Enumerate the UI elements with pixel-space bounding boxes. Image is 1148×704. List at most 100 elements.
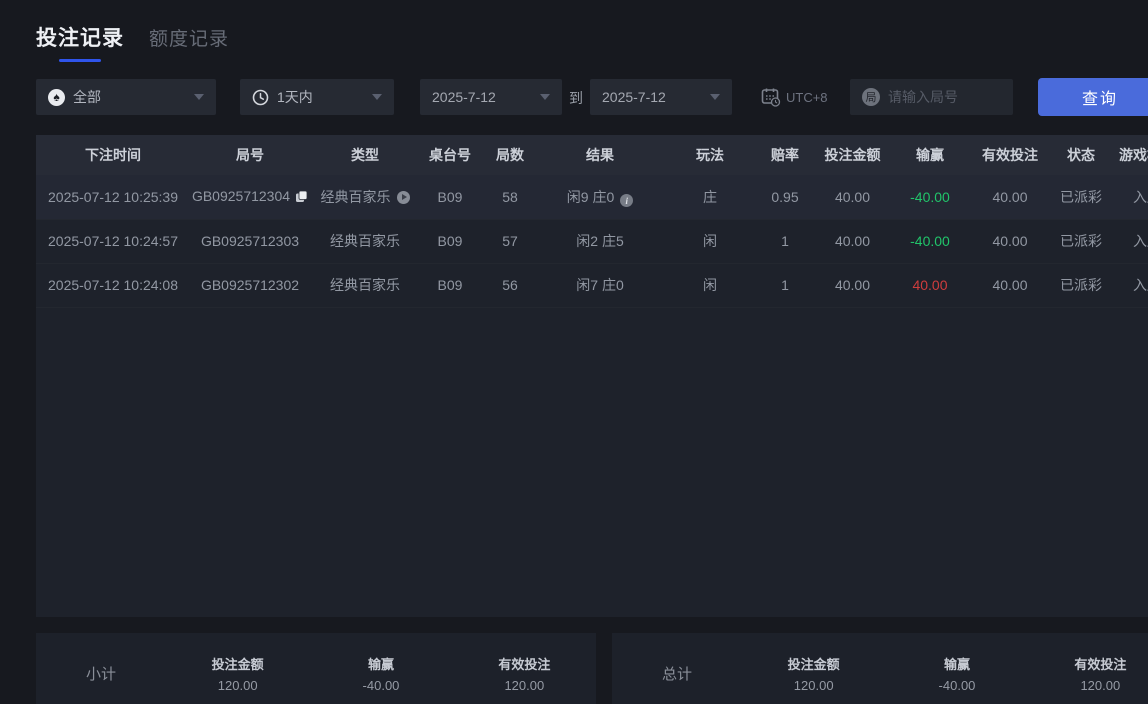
col-bet-amount: 投注金额 xyxy=(810,135,895,175)
spade-icon: ♠ xyxy=(48,89,65,106)
table-header-row: 下注时间 局号 类型 桌台号 局数 结果 玩法 赔率 投注金额 输赢 有效投注 … xyxy=(36,135,1148,175)
col-odds: 赔率 xyxy=(760,135,810,175)
timezone-indicator: UTC+8 xyxy=(760,86,828,108)
col-valid-bet: 有效投注 xyxy=(965,135,1055,175)
col-win-loss: 输赢 xyxy=(895,135,965,175)
game-type-value: 全部 xyxy=(73,87,101,107)
cell-round-no: 57 xyxy=(480,219,540,263)
query-button[interactable]: 查询 xyxy=(1038,78,1148,116)
cell-round-id: GB0925712302 xyxy=(190,263,310,307)
cell-result: 闲2 庄5 xyxy=(540,219,660,263)
round-number-field[interactable]: 局 xyxy=(850,79,1013,115)
cell-round-no: 58 xyxy=(480,175,540,219)
cell-type: 经典百家乐 xyxy=(310,263,420,307)
cell-status: 已派彩 xyxy=(1055,175,1107,219)
cell-result: 闲9 庄0i xyxy=(540,175,660,219)
tab-quota-records[interactable]: 额度记录 xyxy=(149,22,229,51)
subtotal-bet-amount: 投注金额 120.00 xyxy=(166,654,309,693)
records-table-panel: 下注时间 局号 类型 桌台号 局数 结果 玩法 赔率 投注金额 输赢 有效投注 … xyxy=(36,135,1148,617)
tab-bar: 投注记录 额度记录 xyxy=(36,22,229,62)
subtotal-label: 小计 xyxy=(36,663,166,684)
col-bet-time: 下注时间 xyxy=(36,135,190,175)
cell-status: 已派彩 xyxy=(1055,263,1107,307)
total-bet-amount: 投注金额 120.00 xyxy=(742,654,885,693)
records-table: 下注时间 局号 类型 桌台号 局数 结果 玩法 赔率 投注金额 输赢 有效投注 … xyxy=(36,135,1148,308)
clock-icon xyxy=(252,89,269,106)
round-number-input[interactable] xyxy=(888,89,1001,105)
cell-result: 闲7 庄0 xyxy=(540,263,660,307)
col-play: 玩法 xyxy=(660,135,760,175)
chevron-down-icon xyxy=(194,94,204,100)
cell-valid-bet: 40.00 xyxy=(965,219,1055,263)
cell-bet-time: 2025-07-12 10:24:57 xyxy=(36,219,190,263)
cell-bet-amount: 40.00 xyxy=(810,175,895,219)
calendar-clock-icon xyxy=(760,86,782,108)
cell-bet-amount: 40.00 xyxy=(810,263,895,307)
tab-label: 额度记录 xyxy=(149,24,229,51)
cell-game-mode: 入座 xyxy=(1107,219,1148,263)
filter-bar: ♠ 全部 1天内 2025-7-12 到 2025-7-12 xyxy=(0,79,1148,117)
col-game-mode: 游戏模式 xyxy=(1107,135,1148,175)
cell-play: 闲 xyxy=(660,263,760,307)
tab-label: 投注记录 xyxy=(36,22,124,52)
cell-game-mode: 入座 xyxy=(1107,263,1148,307)
time-range-select[interactable]: 1天内 xyxy=(240,79,394,115)
subtotal-panel: 小计 投注金额 120.00 输赢 -40.00 有效投注 120.00 xyxy=(36,633,596,704)
cell-valid-bet: 40.00 xyxy=(965,175,1055,219)
cell-win-loss: -40.00 xyxy=(895,175,965,219)
cell-round-id: GB0925712304 xyxy=(190,175,310,219)
total-valid-bet: 有效投注 120.00 xyxy=(1029,654,1148,693)
chevron-down-icon xyxy=(710,94,720,100)
subtotal-win-loss: 输赢 -40.00 xyxy=(309,654,452,693)
timezone-label: UTC+8 xyxy=(786,90,828,105)
col-round-id: 局号 xyxy=(190,135,310,175)
cell-odds: 0.95 xyxy=(760,175,810,219)
cell-play: 庄 xyxy=(660,175,760,219)
game-type-select[interactable]: ♠ 全部 xyxy=(36,79,216,115)
cell-status: 已派彩 xyxy=(1055,219,1107,263)
date-to-value: 2025-7-12 xyxy=(602,89,666,105)
cell-valid-bet: 40.00 xyxy=(965,263,1055,307)
cell-table-no: B09 xyxy=(420,219,480,263)
info-icon[interactable]: i xyxy=(620,194,633,207)
betting-records-page: 投注记录 额度记录 ♠ 全部 1天内 2025-7-12 到 2025-7-12 xyxy=(0,0,1148,704)
col-result: 结果 xyxy=(540,135,660,175)
cell-bet-time: 2025-07-12 10:25:39 xyxy=(36,175,190,219)
tab-betting-records[interactable]: 投注记录 xyxy=(36,22,124,62)
col-type: 类型 xyxy=(310,135,420,175)
active-tab-underline xyxy=(59,59,101,62)
total-panel: 总计 投注金额 120.00 输赢 -40.00 有效投注 120.00 xyxy=(612,633,1148,704)
date-to-picker[interactable]: 2025-7-12 xyxy=(590,79,732,115)
total-label: 总计 xyxy=(612,663,742,684)
col-round-no: 局数 xyxy=(480,135,540,175)
cell-round-no: 56 xyxy=(480,263,540,307)
cell-bet-amount: 40.00 xyxy=(810,219,895,263)
cell-type: 经典百家乐 xyxy=(310,175,420,219)
table-row[interactable]: 2025-07-12 10:25:39 GB0925712304 经典百家乐 B… xyxy=(36,175,1148,219)
cell-play: 闲 xyxy=(660,219,760,263)
cell-table-no: B09 xyxy=(420,263,480,307)
cell-game-mode: 入座 xyxy=(1107,175,1148,219)
cell-odds: 1 xyxy=(760,263,810,307)
cell-type: 经典百家乐 xyxy=(310,219,420,263)
cell-bet-time: 2025-07-12 10:24:08 xyxy=(36,263,190,307)
subtotal-valid-bet: 有效投注 120.00 xyxy=(453,654,596,693)
table-row[interactable]: 2025-07-12 10:24:57 GB0925712303 经典百家乐 B… xyxy=(36,219,1148,263)
time-range-value: 1天内 xyxy=(277,87,313,107)
cell-round-id: GB0925712303 xyxy=(190,219,310,263)
date-from-picker[interactable]: 2025-7-12 xyxy=(420,79,562,115)
chevron-down-icon xyxy=(372,94,382,100)
col-status: 状态 xyxy=(1055,135,1107,175)
chevron-down-icon xyxy=(540,94,550,100)
table-row[interactable]: 2025-07-12 10:24:08 GB0925712302 经典百家乐 B… xyxy=(36,263,1148,307)
total-win-loss: 输赢 -40.00 xyxy=(885,654,1028,693)
replay-icon[interactable] xyxy=(397,191,410,204)
cell-table-no: B09 xyxy=(420,175,480,219)
cell-win-loss: 40.00 xyxy=(895,263,965,307)
date-range-to-label: 到 xyxy=(569,88,583,108)
date-from-value: 2025-7-12 xyxy=(432,89,496,105)
cell-win-loss: -40.00 xyxy=(895,219,965,263)
round-badge-icon: 局 xyxy=(862,88,880,106)
copy-icon[interactable] xyxy=(295,190,308,206)
col-table-no: 桌台号 xyxy=(420,135,480,175)
